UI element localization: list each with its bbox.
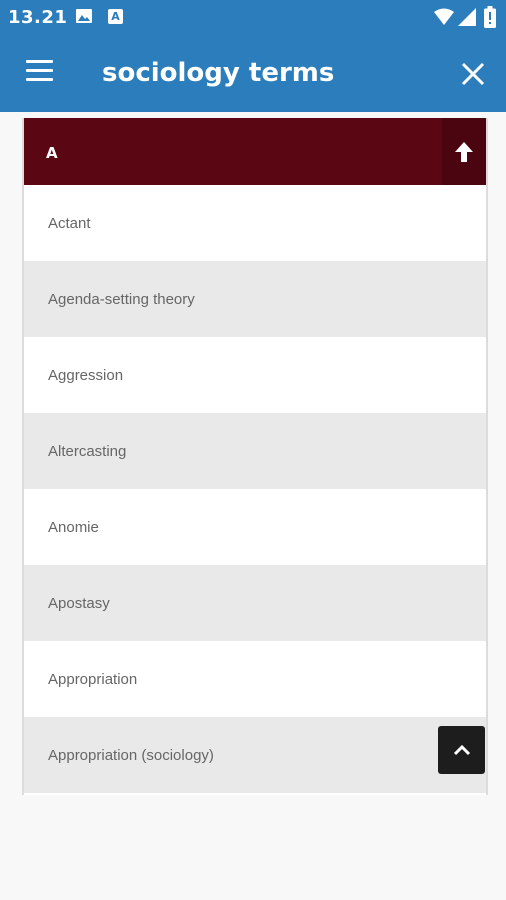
image-icon bbox=[76, 9, 92, 23]
term-row-actant[interactable]: Actant bbox=[24, 185, 486, 261]
battery-icon bbox=[484, 6, 496, 28]
section-header: A bbox=[24, 118, 486, 185]
section-up-button[interactable] bbox=[442, 118, 486, 185]
close-icon[interactable] bbox=[460, 61, 486, 87]
app-bar: sociology terms bbox=[0, 36, 506, 112]
term-row-appropriation-sociology[interactable]: Appropriation (sociology) bbox=[24, 717, 486, 793]
term-row-agenda-setting-theory[interactable]: Agenda-setting theory bbox=[24, 261, 486, 337]
section-letter: A bbox=[46, 144, 58, 162]
page-title: sociology terms bbox=[102, 58, 335, 88]
scroll-to-top-button[interactable] bbox=[438, 726, 485, 774]
terms-list[interactable]: A Actant Agenda-setting theory Aggressio… bbox=[22, 118, 488, 795]
chevron-up-icon bbox=[453, 744, 470, 756]
term-row-aggression[interactable]: Aggression bbox=[24, 337, 486, 413]
term-row-apostasy[interactable]: Apostasy bbox=[24, 565, 486, 641]
status-time: 13.21 bbox=[8, 7, 68, 28]
bottom-area bbox=[0, 795, 506, 900]
term-row-altercasting[interactable]: Altercasting bbox=[24, 413, 486, 489]
status-bar: 13.21 A bbox=[0, 0, 506, 36]
term-row-anomie[interactable]: Anomie bbox=[24, 489, 486, 565]
arrow-up-icon bbox=[455, 141, 473, 162]
term-row-appropriation[interactable]: Appropriation bbox=[24, 641, 486, 717]
a-icon: A bbox=[108, 9, 123, 24]
wifi-icon bbox=[434, 8, 454, 25]
menu-icon[interactable] bbox=[26, 60, 54, 86]
signal-icon bbox=[458, 8, 476, 26]
